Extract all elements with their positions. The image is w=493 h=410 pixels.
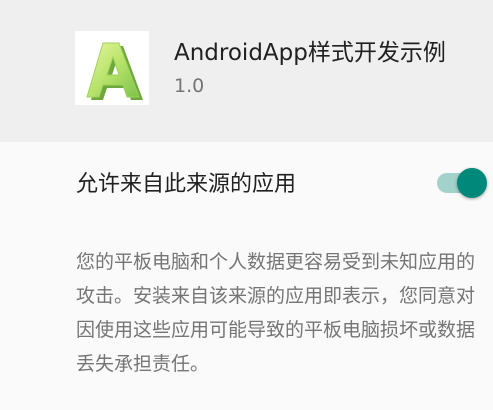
app-header: AndroidApp样式开发示例 1.0 [0, 0, 493, 142]
app-version: 1.0 [174, 75, 205, 97]
letter-a-icon [86, 42, 143, 100]
allow-toggle-switch[interactable] [435, 168, 491, 198]
allow-unknown-sources-row[interactable]: 允许来自此来源的应用 [0, 142, 493, 226]
switch-thumb [457, 168, 487, 198]
setting-label: 允许来自此来源的应用 [76, 172, 297, 197]
app-name: AndroidApp样式开发示例 [174, 40, 446, 66]
app-icon [75, 31, 149, 105]
warning-description: 您的平板电脑和个人数据更容易受到未知应用的攻击。安装来自该来源的应用即表示，您同… [76, 251, 476, 375]
